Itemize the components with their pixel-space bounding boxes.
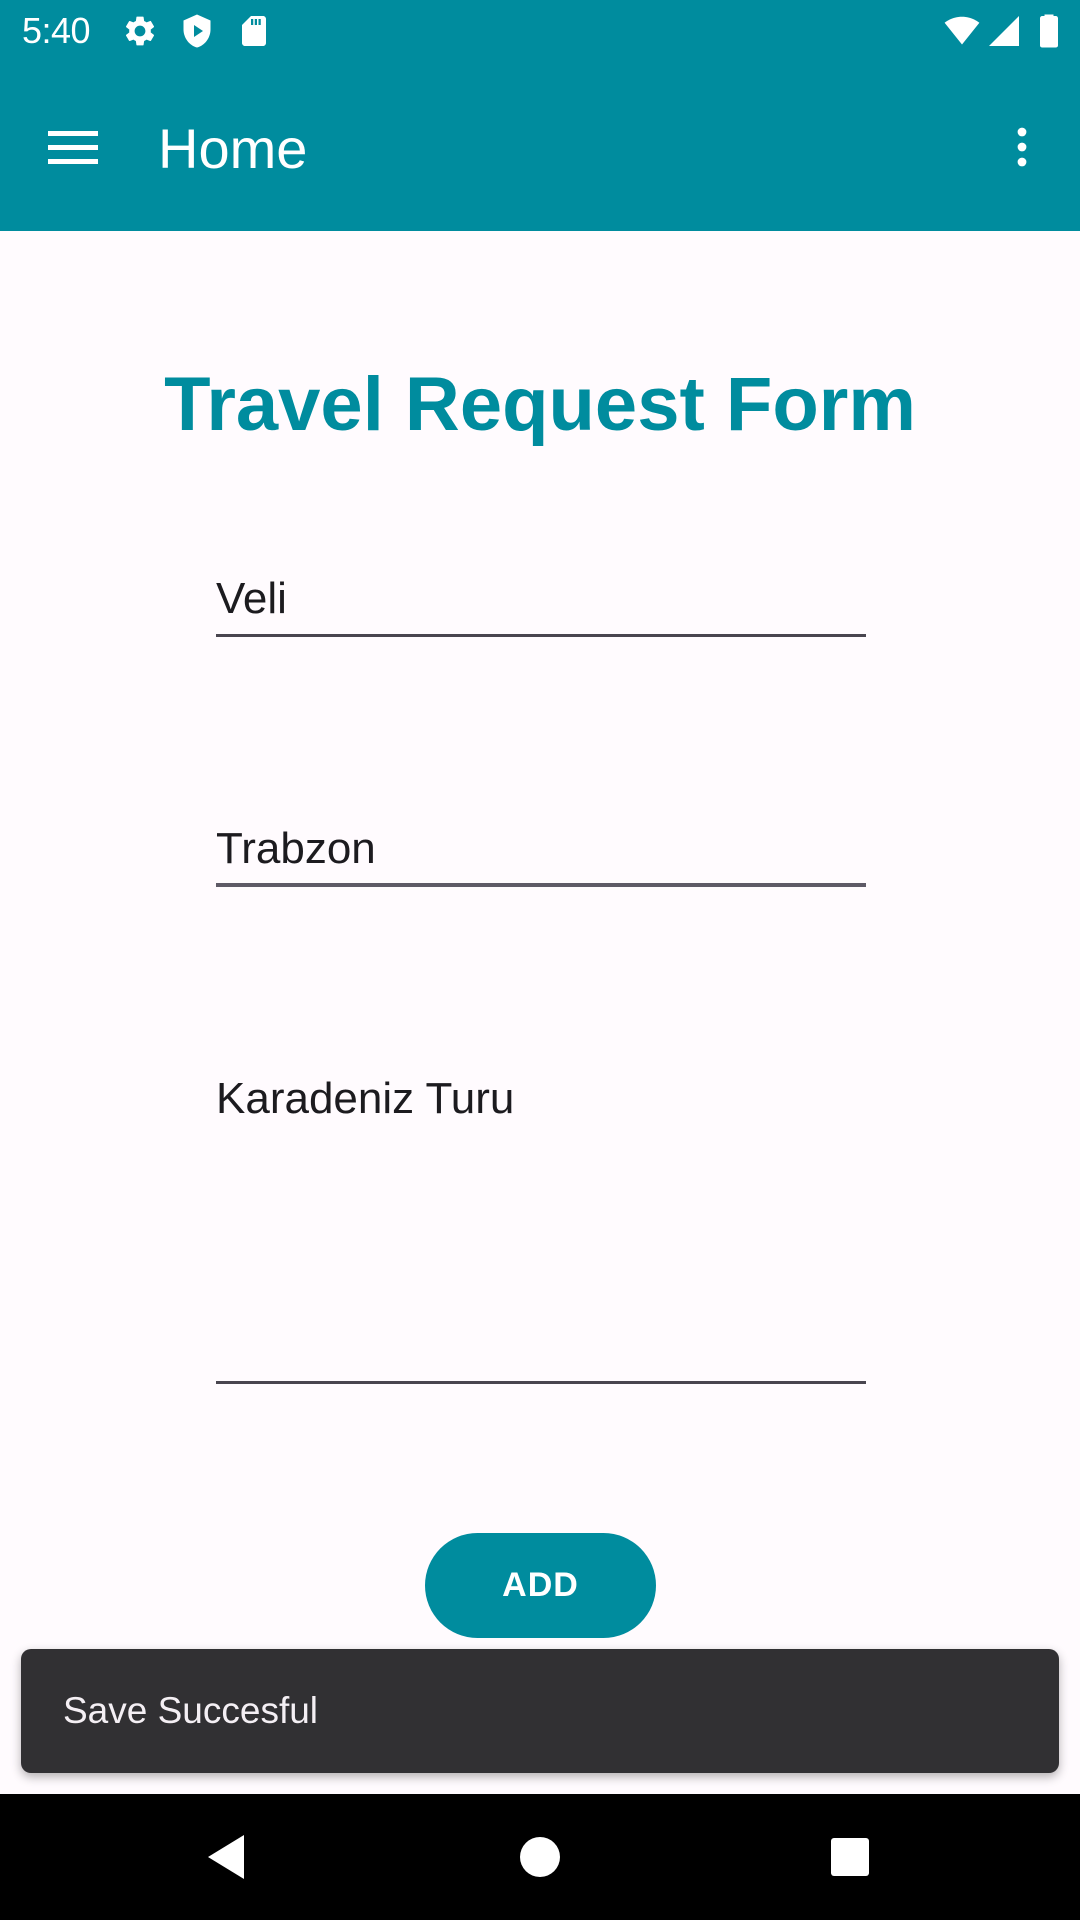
app-title: Home [158, 117, 308, 180]
more-vert-icon[interactable] [998, 123, 1046, 171]
city-field[interactable]: Trabzon [216, 819, 866, 887]
add-button[interactable]: ADD [425, 1533, 656, 1638]
form-title: Travel Request Form [164, 362, 916, 447]
status-time: 5:40 [22, 10, 91, 51]
tour-field[interactable]: Karadeniz Turu [216, 1067, 866, 1384]
app-bar: Home [0, 63, 1080, 231]
back-icon[interactable] [196, 1827, 256, 1887]
snackbar: Save Succesful [21, 1649, 1059, 1773]
name-field[interactable]: Veli [216, 569, 866, 637]
signal-icon [986, 13, 1022, 49]
shield-play-icon [179, 13, 215, 49]
sd-card-icon [236, 13, 272, 49]
hamburger-menu-icon[interactable] [40, 117, 106, 177]
status-bar: 5:40 [0, 0, 1080, 63]
navigation-bar [0, 1794, 1080, 1920]
settings-icon [122, 13, 158, 49]
recents-icon[interactable] [820, 1827, 880, 1887]
wifi-icon [942, 13, 982, 49]
snackbar-message: Save Succesful [63, 1690, 319, 1731]
home-icon[interactable] [510, 1827, 570, 1887]
battery-icon [1036, 13, 1062, 49]
